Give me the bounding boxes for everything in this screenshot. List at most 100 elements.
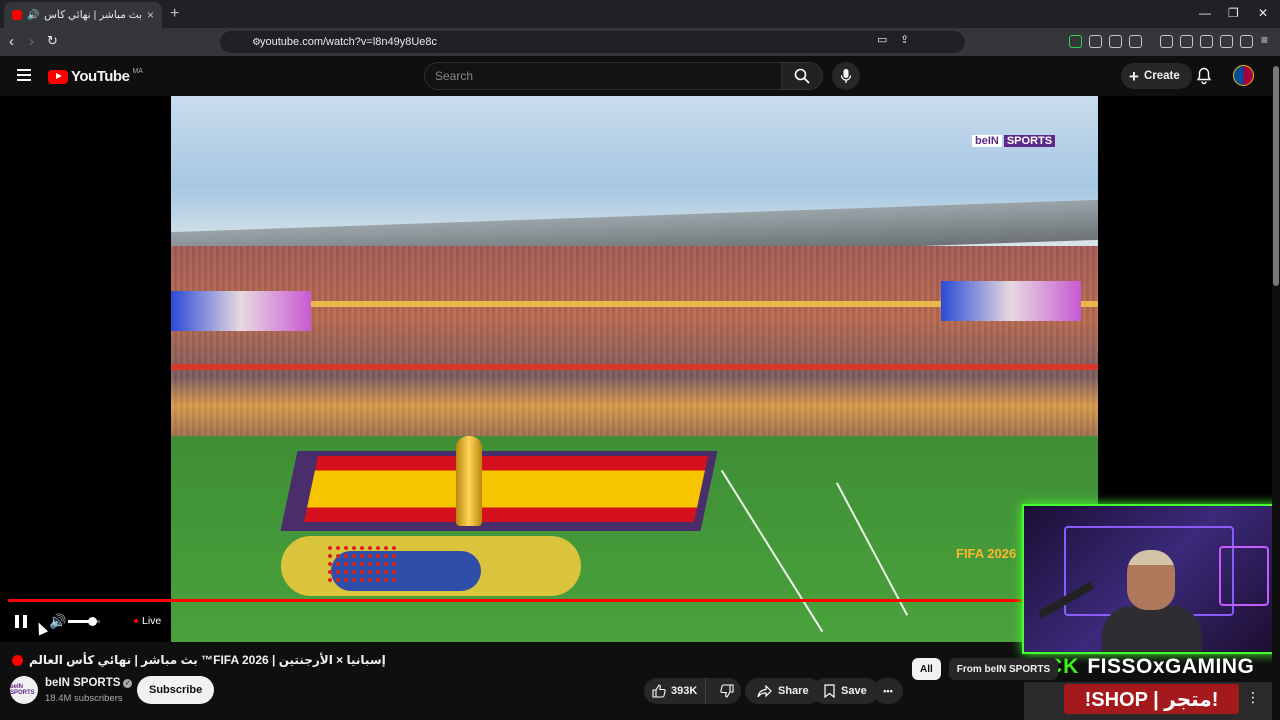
video-title: إسبانيا × الأرجنتين | FIFA 2026™ بث مباش… — [29, 653, 386, 667]
share-arrow-icon — [757, 684, 772, 697]
channel-avatar[interactable]: beIN SPORTS — [10, 676, 38, 704]
streamer-name: FISSOxGAMING — [1087, 655, 1255, 678]
youtube-favicon-icon — [12, 10, 22, 20]
tab-close-icon[interactable]: × — [147, 8, 154, 22]
shop-banner: !SHOP | متجر! — [1064, 684, 1239, 714]
leo-ai-icon[interactable] — [1220, 35, 1233, 48]
search-input[interactable]: Search — [424, 62, 782, 90]
extension-icon[interactable] — [1069, 35, 1082, 48]
search-icon — [794, 68, 810, 84]
subscriber-count: 18.4M subscribers — [45, 693, 123, 704]
verified-badge-icon: ✓ — [123, 678, 133, 688]
scrollbar-thumb[interactable] — [1273, 66, 1279, 286]
more-icon: ••• — [883, 686, 893, 696]
share-button[interactable]: Share — [745, 678, 821, 704]
world-cup-trophy — [456, 436, 482, 526]
save-button[interactable]: Save — [812, 678, 879, 704]
share-icon[interactable]: ⇪ — [900, 33, 909, 46]
channel-name[interactable]: beIN SPORTS — [45, 677, 120, 689]
related-filter-chips: All From beIN SPORTS — [912, 658, 1059, 682]
account-avatar[interactable] — [1233, 65, 1254, 86]
youtube-wordmark: YouTube — [71, 68, 130, 85]
sidebar-icon[interactable] — [1180, 35, 1193, 48]
address-bar[interactable]: ⚙ youtube.com/watch?v=l8n49y8Ue8c — [220, 31, 965, 53]
live-badge-icon — [12, 654, 23, 666]
channel-name-row[interactable]: beIN SPORTS ✓ — [45, 677, 133, 689]
volume-slider[interactable] — [68, 617, 100, 626]
team-celebration — [326, 544, 396, 584]
browser-tab-strip: 🔊 بث مباشر | نهائي كأس العالم... × + — ❐… — [0, 0, 1280, 28]
audio-playing-icon[interactable]: 🔊 — [27, 10, 39, 21]
share-label: Share — [778, 685, 809, 697]
channel-row: beIN SPORTS beIN SPORTS ✓ 18.4M subscrib… — [10, 674, 710, 706]
video-frame[interactable]: beIN SPORTS FIFA 2026 — [171, 96, 1098, 642]
stand-tier — [171, 364, 1098, 370]
notifications-bell-icon[interactable] — [1196, 67, 1212, 85]
voice-search-button[interactable] — [832, 62, 860, 90]
live-dot-icon — [134, 619, 138, 623]
search-button[interactable] — [781, 62, 823, 90]
save-label: Save — [841, 685, 867, 697]
pause-icon[interactable] — [15, 615, 27, 628]
vpn-icon[interactable] — [1240, 35, 1253, 48]
bookmark-save-icon — [824, 684, 835, 698]
more-vertical-icon[interactable]: ⋮ — [1246, 689, 1260, 706]
hamburger-menu-icon[interactable] — [17, 69, 31, 81]
thumbs-up-icon — [652, 684, 666, 698]
bein-logo-right: SPORTS — [1003, 135, 1056, 147]
extension-icon[interactable] — [1129, 35, 1142, 48]
youtube-header: YouTube MA Search + Create — [0, 56, 1280, 96]
streamer-webcam — [1022, 504, 1280, 654]
menu-icon[interactable]: ≡ — [1261, 33, 1268, 47]
streamer-head — [1127, 550, 1175, 610]
more-actions-button[interactable]: ••• — [873, 678, 903, 704]
music-icon[interactable] — [1160, 35, 1173, 48]
tab-title: بث مباشر | نهائي كأس العالم... — [44, 9, 142, 21]
browser-toolbar: ‹ › ↻ ☐ ⚙ youtube.com/watch?v=l8n49y8Ue8… — [0, 28, 1280, 76]
thumbs-down-icon — [719, 684, 734, 698]
chip-all[interactable]: All — [912, 658, 941, 680]
spain-flag-display — [303, 456, 709, 522]
volume-knob[interactable] — [88, 617, 97, 626]
maximize-icon[interactable]: ❐ — [1228, 6, 1239, 20]
country-code: MA — [132, 68, 143, 75]
subscribe-button[interactable]: Subscribe — [137, 676, 215, 704]
site-info-icon[interactable]: ⚙ — [252, 37, 261, 48]
bein-logo-left: beIN — [972, 135, 1002, 147]
bein-sports-bug: beIN SPORTS — [968, 134, 1059, 148]
streamer-body — [1102, 606, 1202, 652]
browser-tab[interactable]: 🔊 بث مباشر | نهائي كأس العالم... × — [4, 2, 162, 28]
live-indicator[interactable]: Live — [134, 615, 161, 627]
player-controls: 🔊 Live — [0, 608, 180, 634]
microphone-icon — [840, 69, 852, 83]
forward-icon[interactable]: › — [29, 33, 34, 50]
url-text: youtube.com/watch?v=l8n49y8Ue8c — [260, 36, 438, 48]
new-tab-button[interactable]: + — [170, 5, 179, 23]
reload-icon[interactable]: ↻ — [47, 33, 58, 49]
live-label: Live — [142, 615, 162, 627]
youtube-play-logo-icon — [48, 69, 68, 84]
extension-icon[interactable] — [1089, 35, 1102, 48]
wallet-icon[interactable] — [1200, 35, 1213, 48]
neon-frame — [1219, 546, 1269, 606]
like-count: 393K — [671, 685, 698, 697]
plus-icon: + — [1129, 66, 1139, 86]
like-button[interactable]: 393K — [644, 678, 707, 704]
create-label: Create — [1143, 70, 1180, 82]
stadium-screen — [171, 291, 311, 331]
close-window-icon[interactable]: ✕ — [1258, 6, 1268, 20]
chip-from-channel[interactable]: From beIN SPORTS — [948, 658, 1059, 680]
stadium-screen — [941, 281, 1081, 321]
kick-banner: KICK FISSOxGAMING — [1024, 652, 1280, 682]
create-button[interactable]: + Create — [1121, 63, 1192, 89]
cast-icon[interactable]: ▭ — [877, 33, 887, 46]
video-title-row: إسبانيا × الأرجنتين | FIFA 2026™ بث مباش… — [12, 650, 712, 670]
dislike-button[interactable] — [712, 678, 741, 704]
youtube-logo[interactable]: YouTube MA — [48, 68, 143, 85]
back-icon[interactable]: ‹ — [9, 33, 14, 50]
like-dislike-group: 393K — [644, 678, 741, 704]
search-placeholder: Search — [435, 69, 474, 83]
minimize-icon[interactable]: — — [1199, 6, 1211, 20]
extensions-puzzle-icon[interactable] — [1109, 35, 1122, 48]
volume-icon[interactable]: 🔊 — [49, 613, 66, 630]
